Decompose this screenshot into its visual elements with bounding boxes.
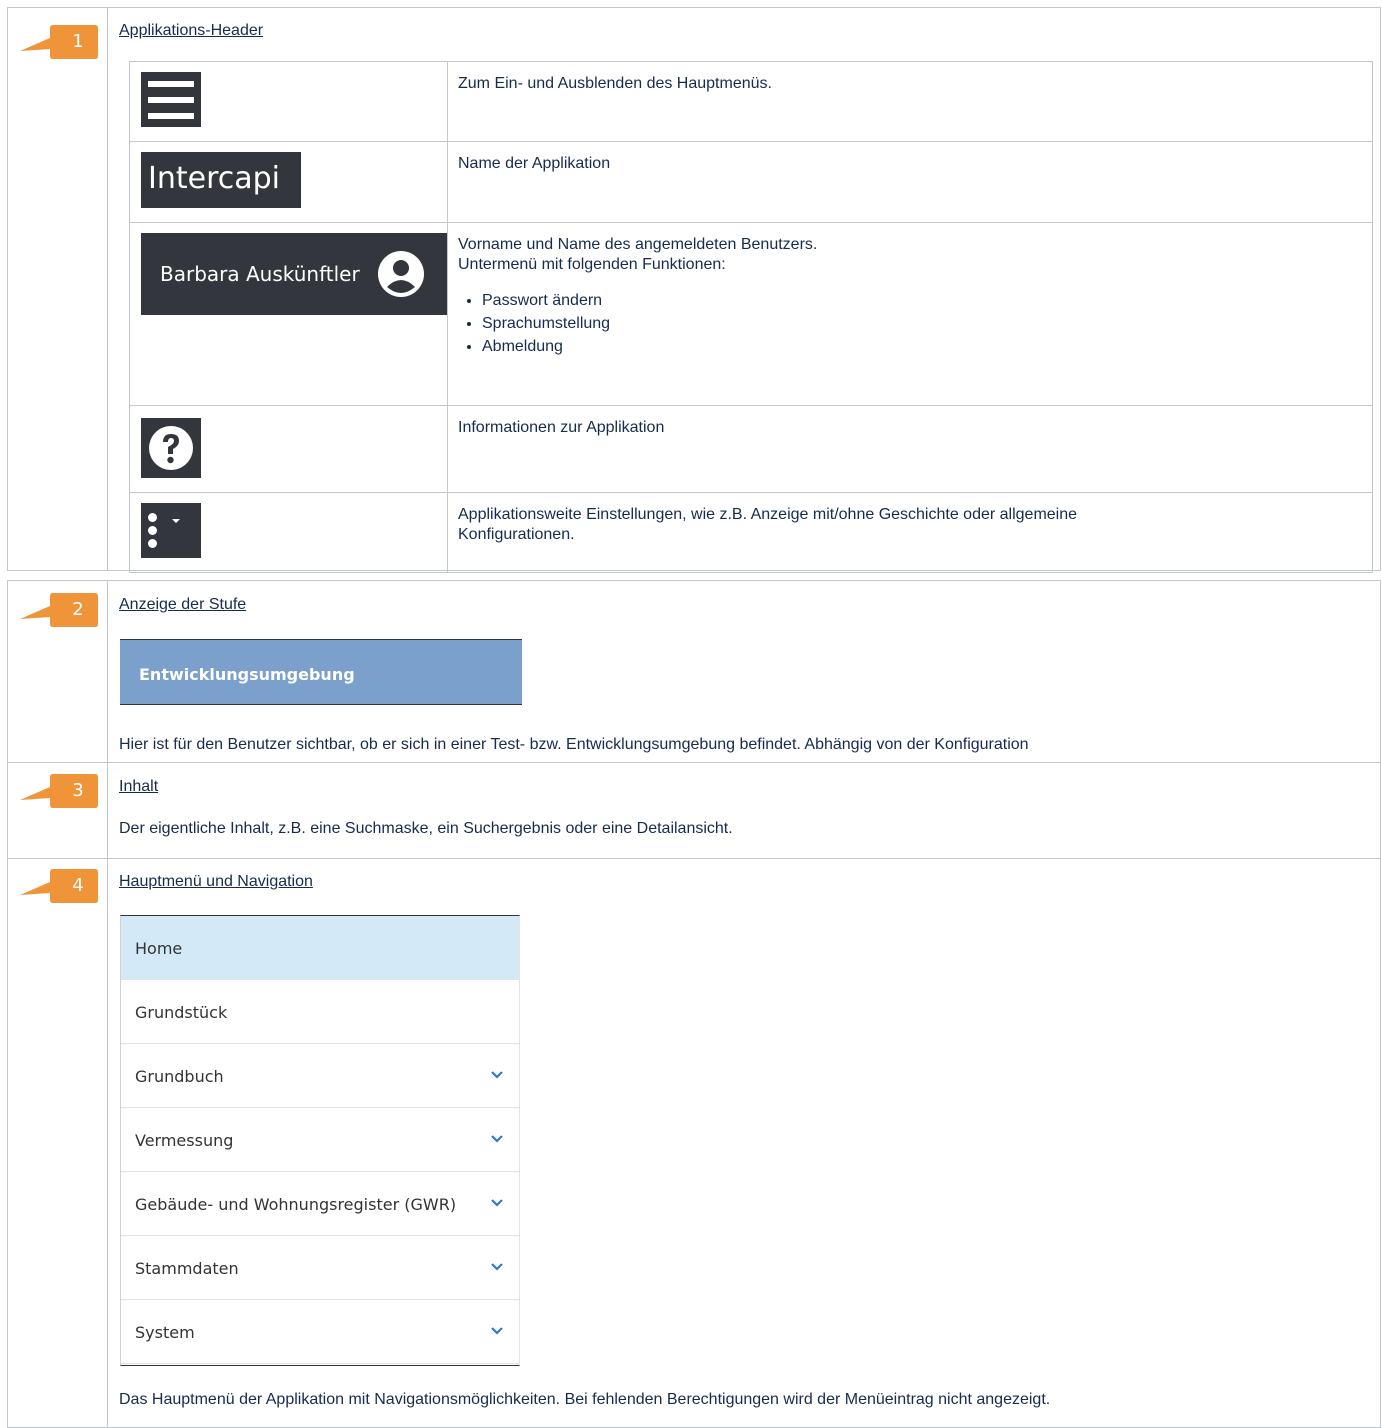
- chevron-down-icon: [491, 1071, 503, 1079]
- table-row: Informationen zur Applikation: [129, 405, 1373, 493]
- description: Hier ist für den Benutzer sichtbar, ob e…: [119, 736, 1029, 753]
- table-row: Intercapi Name der Applikation: [129, 141, 1373, 223]
- section-1-row: 1 Applikations-Header Zum Ein- und Ausbl…: [7, 7, 1381, 573]
- description: Name der Applikation: [458, 155, 611, 172]
- section-3-row: 3 Inhalt Der eigentliche Inhalt, z.B. ei…: [7, 762, 1381, 859]
- description: Vorname und Name des angemeldeten Benutz…: [458, 235, 1362, 358]
- list-item: Passwort ändern: [482, 289, 1362, 312]
- section-title-link[interactable]: Inhalt: [119, 778, 158, 796]
- section-title-link[interactable]: Hauptmenü und Navigation: [119, 873, 313, 891]
- callout-number: 3: [72, 780, 84, 801]
- environment-banner: Entwicklungsumgebung: [120, 639, 522, 705]
- section-number-cell: 4: [8, 859, 108, 1427]
- callout-number: 1: [72, 31, 84, 52]
- callout-badge: 1: [20, 25, 98, 61]
- hamburger-menu-icon: [141, 72, 201, 127]
- section-number-cell: 3: [8, 763, 108, 858]
- menu-item-grundbuch[interactable]: Grundbuch: [121, 1044, 519, 1108]
- caret-down-icon: [172, 519, 180, 523]
- menu-item-gwr[interactable]: Gebäude- und Wohnungsregister (GWR): [121, 1172, 519, 1236]
- table-row: Barbara Auskünftler Vorname und Name des…: [129, 222, 1373, 406]
- menu-item-vermessung[interactable]: Vermessung: [121, 1108, 519, 1172]
- more-vertical-icon: [141, 503, 201, 558]
- section-number-cell: 2: [8, 581, 108, 762]
- app-name-label: Intercapi: [141, 152, 301, 208]
- main-menu: Home Grundstück Grundbuch Vermessung Geb…: [120, 915, 520, 1366]
- chevron-down-icon: [491, 1263, 503, 1271]
- section-title-link[interactable]: Applikations-Header: [119, 22, 263, 40]
- menu-item-home[interactable]: Home: [121, 916, 519, 980]
- section-title-link[interactable]: Anzeige der Stufe: [119, 596, 246, 614]
- description: Zum Ein- und Ausblenden des Hauptmenüs.: [458, 75, 772, 92]
- callout-badge: 3: [20, 774, 98, 810]
- table-row: Applikationsweite Einstellungen, wie z.B…: [129, 492, 1373, 573]
- description: Der eigentliche Inhalt, z.B. eine Suchma…: [119, 820, 733, 837]
- help-icon: [141, 418, 201, 478]
- chevron-down-icon: [491, 1327, 503, 1335]
- user-menu: Barbara Auskünftler: [141, 233, 447, 315]
- section-2-row: 2 Anzeige der Stufe Entwicklungsumgebung…: [7, 580, 1381, 763]
- section-number-cell: 1: [8, 8, 108, 570]
- callout-badge: 4: [20, 869, 98, 905]
- section-4-row: 4 Hauptmenü und Navigation Home Grundstü…: [7, 858, 1381, 1428]
- table-row: Zum Ein- und Ausblenden des Hauptmenüs.: [129, 61, 1373, 142]
- callout-badge: 2: [20, 593, 98, 629]
- user-name: Barbara Auskünftler: [160, 262, 360, 286]
- menu-item-stammdaten[interactable]: Stammdaten: [121, 1236, 519, 1300]
- description: Das Hauptmenü der Applikation mit Naviga…: [119, 1391, 1051, 1408]
- list-item: Abmeldung: [482, 335, 1362, 358]
- chevron-down-icon: [491, 1199, 503, 1207]
- callout-number: 2: [72, 599, 84, 620]
- description: Informationen zur Applikation: [458, 419, 665, 436]
- user-avatar-icon: [378, 251, 424, 297]
- menu-item-system[interactable]: System: [121, 1300, 519, 1364]
- menu-item-grundstueck[interactable]: Grundstück: [121, 980, 519, 1044]
- callout-number: 4: [72, 875, 84, 896]
- list-item: Sprachumstellung: [482, 312, 1362, 335]
- submenu-list: Passwort ändern Sprachumstellung Abmeldu…: [458, 289, 1362, 358]
- chevron-down-icon: [491, 1135, 503, 1143]
- description: Applikationsweite Einstellungen, wie z.B…: [458, 506, 1078, 543]
